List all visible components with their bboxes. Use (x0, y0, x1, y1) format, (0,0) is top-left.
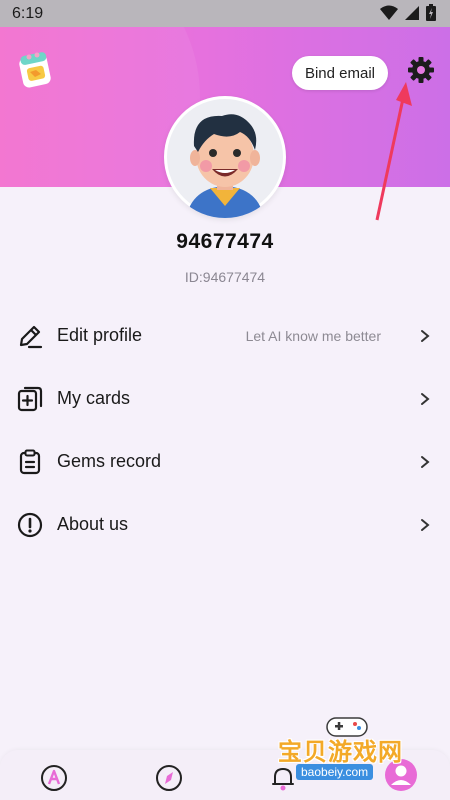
chevron-right-icon (421, 329, 430, 342)
chevron-right-icon (421, 518, 430, 531)
annotation-arrow (375, 82, 412, 221)
menu-item-about-us[interactable]: About us (0, 493, 450, 556)
user-id: ID:94677474 (184, 269, 266, 285)
cards-icon (17, 386, 43, 411)
menu-label: My cards (57, 388, 131, 408)
status-time: 6:19 (12, 5, 44, 22)
profile-menu: Edit profile Let AI know me better My ca… (0, 304, 450, 556)
watermark: 宝贝游戏网 baobeiy.com (272, 712, 422, 792)
explore-compass-icon[interactable] (155, 764, 183, 792)
watermark-domain: baobeiy.com (296, 764, 374, 780)
menu-label: Edit profile (57, 325, 143, 345)
status-bar: 6:19 (0, 0, 450, 27)
status-icons (380, 4, 436, 21)
menu-label: Gems record (57, 451, 162, 471)
info-icon (17, 512, 43, 537)
menu-label: About us (57, 514, 129, 534)
pencil-icon (19, 325, 43, 348)
ai-chat-icon[interactable] (40, 764, 68, 792)
menu-item-my-cards[interactable]: My cards (0, 367, 450, 430)
menu-hint: Let AI know me better (245, 327, 381, 344)
username: 94677474 (176, 230, 274, 253)
watermark-text: 宝贝游戏网 (278, 738, 403, 766)
avatar[interactable] (164, 96, 286, 218)
wifi-icon (380, 5, 398, 20)
menu-item-gems-record[interactable]: Gems record (0, 430, 450, 493)
battery-icon (426, 4, 436, 21)
chevron-right-icon (421, 392, 430, 405)
menu-item-edit-profile[interactable]: Edit profile Let AI know me better (0, 304, 450, 367)
chevron-right-icon (421, 455, 430, 468)
clipboard-icon (19, 449, 41, 474)
signal-icon (405, 5, 419, 20)
avatar-illustration (167, 99, 283, 218)
app-logo-icon (19, 52, 51, 88)
